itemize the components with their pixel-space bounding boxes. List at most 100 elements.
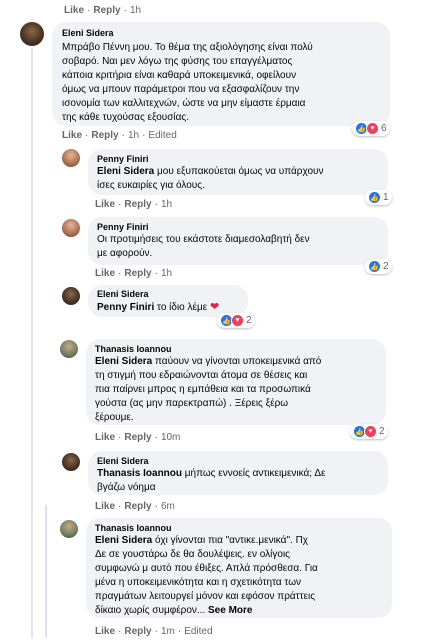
avatar[interactable]	[60, 520, 78, 538]
timestamp[interactable]: 1h	[130, 5, 141, 16]
timestamp[interactable]: 10m	[161, 432, 180, 443]
avatar[interactable]	[60, 340, 78, 358]
comment-author[interactable]: Penny Finiri	[97, 153, 379, 165]
reply-link[interactable]: Reply	[124, 626, 151, 637]
comment-line: τη στιγμή που εδραιώνονται άτομα σε θέσε…	[95, 370, 308, 381]
avatar[interactable]	[62, 453, 80, 471]
comment-line: της κάθε τυχούσας εξουσίας.	[62, 112, 190, 123]
like-link[interactable]: Like	[95, 199, 115, 210]
comment-actions: Like · Reply · 1h	[95, 199, 173, 210]
edited-label: Edited	[184, 626, 213, 637]
comment-line: με αφορούν.	[97, 248, 153, 259]
comment-line: όμως να μπουν παράμετροι που να εξασφαλί…	[62, 84, 300, 95]
comment-line: όχι γίνονται πια "αντικε.μενικά". Πχ	[152, 535, 309, 546]
previous-comment-actions: Like · Reply · 1h	[64, 5, 142, 16]
reaction-count: 1	[383, 192, 389, 203]
reply-link[interactable]: Reply	[124, 268, 151, 279]
timestamp[interactable]: 6m	[161, 501, 175, 512]
comment-text: Eleni Sidera παύουν να γίνονται υποκειμε…	[95, 355, 377, 425]
comment-line: παύουν να γίνονται υποκειμενικά από	[152, 356, 322, 367]
comment-line: συμφωνώ μ αυτό που έθιξες. Απλά πρόσθεσα…	[95, 563, 318, 574]
avatar[interactable]	[62, 287, 80, 305]
comment-text: Οι προτιμήσεις του εκάστοτε διαμεσολαβητ…	[97, 233, 379, 261]
like-link[interactable]: Like	[64, 5, 84, 16]
reaction-summary[interactable]: 👍 ♥ 2	[217, 313, 255, 328]
comment-line: Μπράβο Πέννη μου. Το θέμα της αξιολόγηση…	[62, 42, 313, 53]
comment-line: πραγμάτων λειτουργεί μόνον και εφόσον πρ…	[95, 591, 316, 602]
comment-actions: Like · Reply · 10m	[95, 432, 181, 443]
comment-actions: Like · Reply · 1h · Edited	[62, 130, 177, 141]
reply-link[interactable]: Reply	[91, 130, 118, 141]
comment-line: Δε σε γουστάρω δε θα δουλέψεις. εν ολίγο…	[95, 549, 290, 560]
comment-bubble: Thanasis Ioannou Eleni Sidera όχι γίνοντ…	[86, 518, 392, 618]
comment-line: μήπως εννοείς αντικειμενικά; Δε	[182, 468, 326, 479]
mention-link[interactable]: Eleni Sidera	[95, 356, 152, 367]
timestamp[interactable]: 1h	[161, 268, 172, 279]
like-link[interactable]: Like	[95, 626, 115, 637]
thread-line	[31, 48, 33, 638]
comment-line: μου εξυπακούεται όμως να υπάρχουν	[154, 166, 324, 177]
comment-author[interactable]: Eleni Sidera	[97, 288, 239, 300]
love-icon: ♥	[231, 314, 244, 327]
reaction-summary[interactable]: 👍 2	[365, 259, 392, 274]
reaction-count: 2	[379, 426, 385, 437]
like-icon: 👍	[368, 260, 381, 273]
comment-bubble: Eleni Sidera Μπράβο Πέννη μου. Το θέμα τ…	[52, 22, 390, 126]
heart-icon: ❤	[209, 301, 220, 313]
avatar[interactable]	[62, 149, 80, 167]
timestamp[interactable]: 1m	[161, 626, 175, 637]
comment-line: σοβαρό. Ναι μεν λόγω της φύσης του επαγγ…	[62, 56, 293, 67]
like-link[interactable]: Like	[95, 501, 115, 512]
comment-bubble: Eleni Sidera Thanasis Ioannou μήπως εννο…	[88, 451, 388, 495]
like-link[interactable]: Like	[95, 432, 115, 443]
comment-line: το ίδιο λέμε	[154, 302, 210, 313]
comment-author[interactable]: Penny Finiri	[97, 221, 379, 233]
mention-link[interactable]: Thanasis Ioannou	[97, 468, 182, 479]
comment-line: ίσες ευκαιρίες για όλους.	[97, 180, 205, 191]
thread-line	[45, 505, 47, 638]
comment-text: Eleni Sidera μου εξυπακούεται όμως να υπ…	[97, 165, 379, 193]
mention-link[interactable]: Eleni Sidera	[95, 535, 152, 546]
mention-link[interactable]: Penny Finiri	[97, 302, 154, 313]
comment-line: Οι προτιμήσεις του εκάστοτε διαμεσολαβητ…	[97, 234, 310, 245]
comment-line: βγάζω νόημα	[97, 482, 156, 493]
reply-link[interactable]: Reply	[124, 501, 151, 512]
comment-text: Eleni Sidera όχι γίνονται πια "αντικε.με…	[95, 534, 383, 618]
reaction-count: 6	[381, 123, 387, 134]
reply-link[interactable]: Reply	[124, 432, 151, 443]
reaction-count: 2	[383, 261, 389, 272]
comment-line: πια παίρνει μπρος η εμπάθεια και τα προσ…	[95, 384, 311, 395]
comment-line: μένα η υποκειμενικότητα και η σχετικότητ…	[95, 577, 302, 588]
like-icon: 👍	[368, 191, 381, 204]
comment-actions: Like · Reply · 1m · Edited	[95, 626, 213, 637]
timestamp[interactable]: 1h	[161, 199, 172, 210]
like-link[interactable]: Like	[62, 130, 82, 141]
comment-line: δίκαιο χωρίς συμφέρον...	[95, 605, 206, 616]
comment-bubble: Thanasis Ioannou Eleni Sidera παύουν να …	[86, 339, 386, 425]
comment-author[interactable]: Eleni Sidera	[62, 27, 380, 39]
reaction-count: 2	[246, 315, 252, 326]
reply-link[interactable]: Reply	[124, 199, 151, 210]
comment-text: Μπράβο Πέννη μου. Το θέμα της αξιολόγηση…	[62, 41, 380, 125]
love-icon: ♥	[364, 425, 377, 438]
comment-line: κάποια κριτήρια είναι καθαρά υποκειμενικ…	[62, 70, 297, 81]
like-link[interactable]: Like	[95, 268, 115, 279]
comment-author[interactable]: Thanasis Ioannou	[95, 522, 383, 534]
reaction-summary[interactable]: 👍 1	[365, 190, 392, 205]
comment-actions: Like · Reply · 6m	[95, 501, 175, 512]
reaction-summary[interactable]: 👍 ♥ 2	[350, 424, 388, 439]
avatar[interactable]	[62, 219, 80, 237]
comment-text: Penny Finiri το ίδιο λέμε ❤	[97, 300, 239, 315]
comment-line: γούστα (ας μην παρεκτραπώ) . Ξέρεις ξέρω	[95, 398, 289, 409]
comment-bubble: Penny Finiri Eleni Sidera μου εξυπακούετ…	[88, 149, 388, 195]
comment-author[interactable]: Thanasis Ioannou	[95, 343, 377, 355]
timestamp[interactable]: 1h	[128, 130, 139, 141]
see-more-link[interactable]: See More	[208, 605, 252, 616]
avatar[interactable]	[20, 22, 44, 46]
edited-label: Edited	[148, 130, 177, 141]
reaction-summary[interactable]: 👍 ♥ 6	[352, 121, 390, 136]
love-icon: ♥	[366, 122, 379, 135]
comment-author[interactable]: Eleni Sidera	[97, 455, 379, 467]
mention-link[interactable]: Eleni Sidera	[97, 166, 154, 177]
reply-link[interactable]: Reply	[93, 5, 120, 16]
